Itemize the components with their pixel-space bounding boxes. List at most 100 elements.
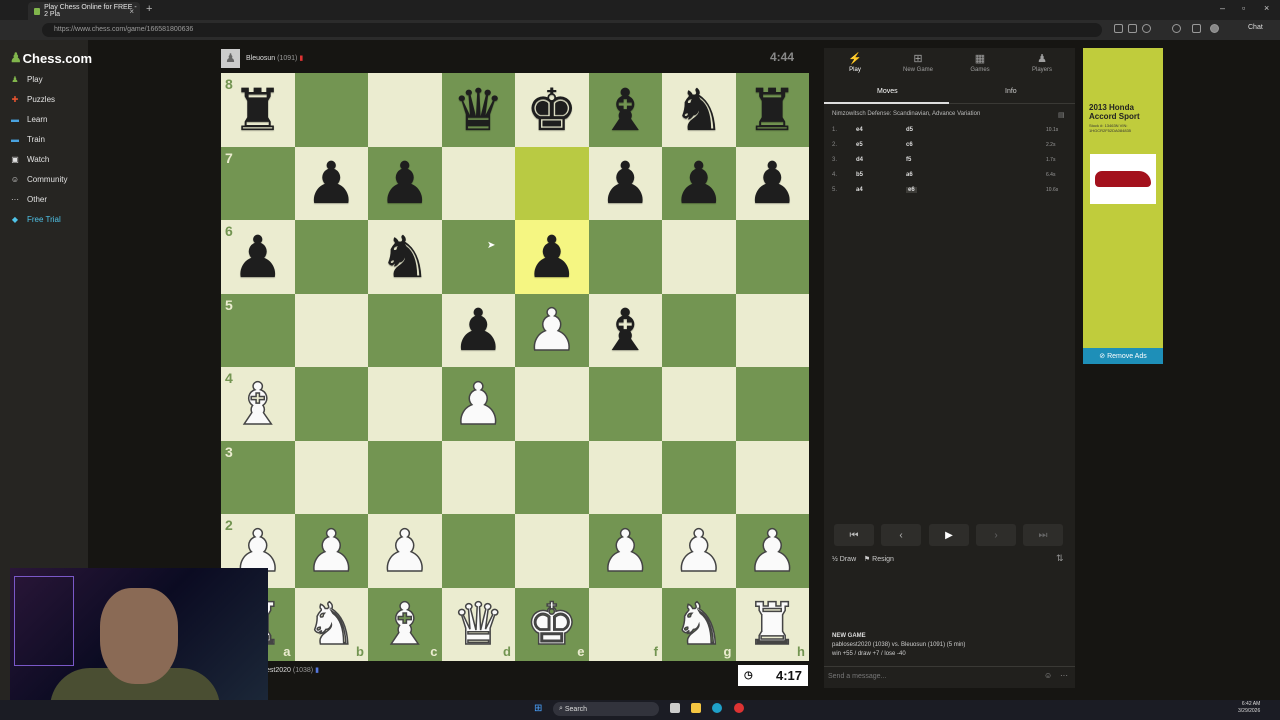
square-g5[interactable] <box>662 293 736 367</box>
bottom-player-info[interactable]: est2020 (1038) ▮ <box>266 666 319 675</box>
resign-button[interactable]: ⚑ Resign <box>864 556 894 563</box>
white-pawn-icon[interactable]: ♟ <box>452 374 506 434</box>
black-pawn-icon[interactable]: ♟ <box>232 228 284 286</box>
square-g2[interactable]: ♟ <box>662 514 736 588</box>
square-h5[interactable] <box>735 293 809 367</box>
app-icon[interactable] <box>734 703 744 713</box>
black-pawn-icon[interactable]: ♟ <box>379 154 431 212</box>
advertisement[interactable]: 2013 Honda Accord Sport Stock #: 13463N … <box>1083 48 1163 364</box>
sidebar-item-community[interactable]: ☺ Community <box>10 175 68 184</box>
maximize-button[interactable]: ▫ <box>1242 3 1245 13</box>
white-bishop-icon[interactable]: ♝ <box>378 595 432 655</box>
more-options-icon[interactable]: ··· <box>1060 671 1068 680</box>
split-icon[interactable] <box>1128 24 1137 33</box>
square-b4[interactable] <box>294 367 368 441</box>
last-move-button[interactable]: ⏭ <box>1023 524 1063 546</box>
square-g7[interactable]: ♟ <box>662 146 736 220</box>
tab-play[interactable]: ⚡ Play <box>835 52 875 73</box>
white-pawn-icon[interactable]: ♟ <box>305 521 359 581</box>
chat-message-input[interactable]: Send a message... <box>824 666 1075 686</box>
square-d5[interactable]: ♟ <box>441 293 515 367</box>
black-bishop-icon[interactable]: ♝ <box>599 301 651 359</box>
white-move[interactable]: b5 <box>856 172 863 178</box>
url-input[interactable]: https://www.chess.com/game/166581800636 <box>42 23 1102 37</box>
black-rook-icon[interactable]: ♜ <box>746 81 798 139</box>
square-g3[interactable] <box>662 440 736 514</box>
square-b6[interactable] <box>294 220 368 294</box>
square-f2[interactable]: ♟ <box>588 514 662 588</box>
square-c1[interactable]: c ♝ <box>368 587 442 661</box>
white-knight-icon[interactable]: ♞ <box>672 595 726 655</box>
square-h8[interactable]: ♜ <box>735 73 809 147</box>
square-c3[interactable] <box>368 440 442 514</box>
remove-ads-button[interactable]: ⊘ Remove Ads <box>1083 348 1163 364</box>
black-pawn-icon[interactable]: ♟ <box>599 154 651 212</box>
square-c6[interactable]: ♞ <box>368 220 442 294</box>
close-window-button[interactable]: × <box>1264 3 1269 13</box>
square-b7[interactable]: ♟ <box>294 146 368 220</box>
square-c2[interactable]: ♟ <box>368 514 442 588</box>
black-rook-icon[interactable]: ♜ <box>232 81 284 139</box>
square-g1[interactable]: g ♞ <box>662 587 736 661</box>
square-e2[interactable] <box>515 514 589 588</box>
square-e1[interactable]: e ♚ <box>515 587 589 661</box>
square-h2[interactable]: ♟ <box>735 514 809 588</box>
square-d4[interactable]: ♟ <box>441 367 515 441</box>
white-pawn-icon[interactable]: ♟ <box>599 521 653 581</box>
black-pawn-icon[interactable]: ♟ <box>746 154 798 212</box>
file-explorer-icon[interactable] <box>691 703 701 713</box>
browser-tab[interactable]: Play Chess Online for FREE - 2 Pla × <box>28 2 140 20</box>
black-bishop-icon[interactable]: ♝ <box>599 81 651 139</box>
play-moves-button[interactable]: ▶ <box>929 524 969 546</box>
extensions-icon[interactable] <box>1172 24 1181 33</box>
favorite-star-icon[interactable] <box>1142 24 1151 33</box>
edge-browser-icon[interactable] <box>712 703 722 713</box>
white-queen-icon[interactable]: ♛ <box>452 595 506 655</box>
black-pawn-icon[interactable]: ♟ <box>305 154 357 212</box>
square-f7[interactable]: ♟ <box>588 146 662 220</box>
book-icon[interactable]: ▤ <box>1058 111 1065 119</box>
sidebar-item-watch[interactable]: ▣ Watch <box>10 155 49 164</box>
black-queen-icon[interactable]: ♛ <box>452 81 504 139</box>
square-e7[interactable] <box>515 146 589 220</box>
black-pawn-icon[interactable]: ♟ <box>673 154 725 212</box>
tab-players[interactable]: ♟ Players <box>1022 52 1062 73</box>
square-c7[interactable]: ♟ <box>368 146 442 220</box>
emoji-icon[interactable]: ☺ <box>1044 671 1052 680</box>
square-a8[interactable]: 8 ♜ <box>221 73 295 147</box>
square-a3[interactable]: 3 <box>221 440 295 514</box>
first-move-button[interactable]: ⏮ <box>834 524 874 546</box>
square-e6[interactable]: ♟ <box>515 220 589 294</box>
previous-move-button[interactable]: ‹ <box>881 524 921 546</box>
square-c5[interactable] <box>368 293 442 367</box>
square-d2[interactable] <box>441 514 515 588</box>
square-a6[interactable]: 6 ♟ <box>221 220 295 294</box>
square-a5[interactable]: 5 <box>221 293 295 367</box>
square-e3[interactable] <box>515 440 589 514</box>
black-move[interactable]: d5 <box>906 127 913 133</box>
square-b1[interactable]: b ♞ <box>294 587 368 661</box>
black-move[interactable]: a6 <box>906 172 913 178</box>
square-g8[interactable]: ♞ <box>662 73 736 147</box>
square-c4[interactable] <box>368 367 442 441</box>
copilot-chat-button[interactable]: Chat <box>1248 24 1263 31</box>
taskbar-clock[interactable]: 6:42 AM 3/29/2026 <box>1238 701 1260 715</box>
square-f3[interactable] <box>588 440 662 514</box>
sidebar-item-puzzles[interactable]: ✚ Puzzles <box>10 95 55 104</box>
tab-games[interactable]: ▦ Games <box>960 52 1000 73</box>
white-pawn-icon[interactable]: ♟ <box>525 301 579 361</box>
flip-board-icon[interactable]: ⇅ <box>1056 553 1064 564</box>
square-g4[interactable] <box>662 367 736 441</box>
white-pawn-icon[interactable]: ♟ <box>746 521 800 581</box>
square-h6[interactable] <box>735 220 809 294</box>
new-tab-button[interactable]: + <box>146 3 152 15</box>
task-view-icon[interactable] <box>670 703 680 713</box>
tab-close-icon[interactable]: × <box>129 7 134 16</box>
square-g6[interactable] <box>662 220 736 294</box>
tab-new-game[interactable]: ⊞ New Game <box>898 52 938 73</box>
black-move-current[interactable]: e6 <box>906 187 917 193</box>
square-f6[interactable] <box>588 220 662 294</box>
white-move[interactable]: d4 <box>856 157 863 163</box>
chess-board[interactable]: 8♜♛♚♝♞♜7♟♟♟♟♟6♟♞♟5♟♟♝4♝♟32♟♟♟♟♟♟1a♜b♞c♝d… <box>221 73 809 661</box>
square-h4[interactable] <box>735 367 809 441</box>
